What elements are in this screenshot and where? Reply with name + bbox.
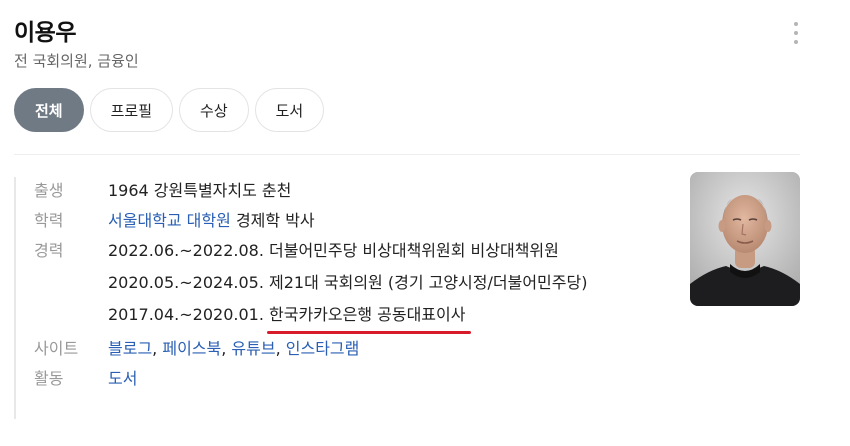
activity-row: 활동 도서 [34, 364, 674, 394]
career-role: 더불어민주당 비상대책위원회 비상대책위원 [269, 241, 559, 260]
sites-links: 블로그, 페이스북, 유튜브, 인스타그램 [108, 334, 674, 364]
section-divider [14, 154, 800, 155]
education-row: 학력 서울대학교 대학원 경제학 박사 [34, 206, 674, 236]
activity-label: 활동 [34, 369, 64, 388]
career-row: 경력 2022.06.~2022.08. 더불어민주당 비상대책위원회 비상대책… [34, 236, 674, 334]
tab-books[interactable]: 도서 [254, 88, 325, 132]
career-item: 2022.06.~2022.08. 더불어민주당 비상대책위원회 비상대책위원 [108, 238, 674, 264]
portrait-image [690, 172, 800, 306]
education-label: 학력 [34, 211, 64, 230]
info-table: 출생 1964 강원특별자치도 춘천 학력 서울대학교 대학원 경제학 박사 경… [34, 176, 674, 394]
profile-photo[interactable] [690, 172, 800, 306]
education-value: 서울대학교 대학원 경제학 박사 [108, 206, 674, 236]
info-left-border [14, 177, 16, 419]
link-separator: , [152, 339, 163, 358]
education-detail: 경제학 박사 [235, 211, 315, 230]
youtube-link[interactable]: 유튜브 [231, 339, 275, 358]
facebook-link[interactable]: 페이스북 [162, 339, 221, 358]
career-role: 제21대 국회의원 (경기 고양시정/더불어민주당) [269, 273, 588, 292]
blog-link[interactable]: 블로그 [108, 339, 152, 358]
career-period: 2022.06.~2022.08. [108, 241, 264, 260]
tab-awards[interactable]: 수상 [179, 88, 249, 132]
tab-bar: 전체 프로필 수상 도서 [14, 88, 325, 132]
birth-value: 1964 강원특별자치도 춘천 [108, 181, 292, 200]
sites-label: 사이트 [34, 339, 79, 358]
career-period: 2017.04.~2020.01. [108, 305, 264, 324]
more-options-icon[interactable] [789, 22, 803, 44]
career-item: 2020.05.~2024.05. 제21대 국회의원 (경기 고양시정/더불어… [108, 270, 668, 296]
education-school-link[interactable]: 서울대학교 대학원 [108, 211, 231, 230]
career-period: 2020.05.~2024.05. [108, 273, 264, 292]
instagram-link[interactable]: 인스타그램 [286, 339, 360, 358]
tab-all[interactable]: 전체 [14, 88, 84, 132]
activity-value: 도서 [108, 364, 674, 394]
link-separator: , [275, 339, 286, 358]
sites-row: 사이트 블로그, 페이스북, 유튜브, 인스타그램 [34, 334, 674, 364]
profile-subtitle: 전 국회의원, 금융인 [14, 52, 139, 70]
birth-label: 출생 [34, 181, 64, 200]
link-separator: , [221, 339, 232, 358]
profile-name: 이용우 [14, 20, 76, 46]
career-label: 경력 [34, 241, 64, 260]
birth-row: 출생 1964 강원특별자치도 춘천 [34, 176, 674, 206]
activity-books-link[interactable]: 도서 [108, 369, 137, 388]
career-list: 2022.06.~2022.08. 더불어민주당 비상대책위원회 비상대책위원 … [108, 236, 674, 334]
career-role-highlighted: 한국카카오은행 공동대표이사 [266, 302, 472, 334]
career-item: 2017.04.~2020.01. 한국카카오은행 공동대표이사 [108, 302, 674, 334]
tab-profile[interactable]: 프로필 [89, 88, 174, 132]
